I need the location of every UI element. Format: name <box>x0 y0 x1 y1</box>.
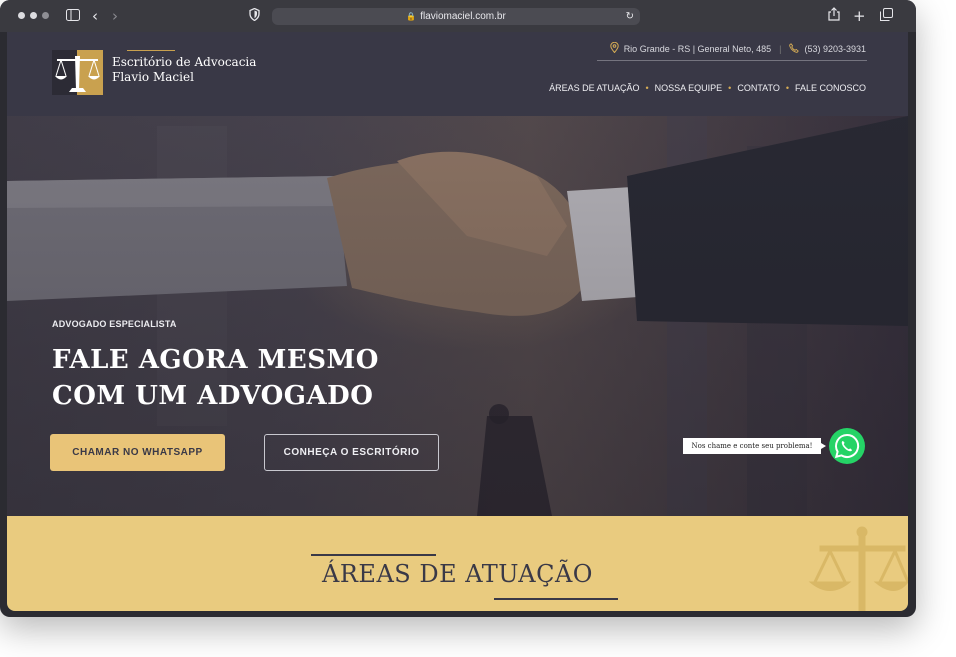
tabs-overview-icon[interactable] <box>880 6 893 26</box>
minimize-window-button[interactable] <box>30 12 37 19</box>
address-text[interactable]: Rio Grande - RS | General Neto, 485 <box>624 44 771 54</box>
areas-section: ÁREAS DE ATUAÇÃO <box>7 516 908 611</box>
whatsapp-icon <box>834 433 860 459</box>
nav-contato[interactable]: CONTATO <box>737 83 780 93</box>
contact-divider <box>597 60 867 61</box>
whatsapp-cta-button[interactable]: CHAMAR NO WHATSAPP <box>50 434 225 471</box>
nav-areas-de-atuacao[interactable]: ÁREAS DE ATUAÇÃO <box>549 83 639 93</box>
hero-headline: FALE AGORA MESMO COM UM ADVOGADO <box>52 345 379 411</box>
lock-icon: 🔒 <box>406 12 417 21</box>
title-rule-top <box>311 554 436 556</box>
back-icon[interactable]: ‹ <box>92 6 98 26</box>
nav-nossa-equipe[interactable]: NOSSA EQUIPE <box>655 83 723 93</box>
close-window-button[interactable] <box>18 12 25 19</box>
brand-line-2: Flavio Maciel <box>112 70 194 84</box>
location-pin-icon <box>609 41 619 55</box>
scales-of-justice-logo[interactable] <box>52 50 103 95</box>
reload-icon[interactable]: ↻ <box>626 8 634 25</box>
brand-line-1: Escritório de Advocacia <box>112 55 257 69</box>
phone-icon <box>789 42 800 55</box>
url-text: flaviomaciel.com.br <box>420 11 506 22</box>
shield-icon[interactable] <box>249 6 260 26</box>
about-office-button[interactable]: CONHEÇA O ESCRITÓRIO <box>264 434 439 471</box>
zoom-window-button[interactable] <box>42 12 49 19</box>
nav-separator: • <box>645 83 649 93</box>
nav-separator: • <box>728 83 732 93</box>
nav-fale-conosco[interactable]: FALE CONOSCO <box>795 83 866 93</box>
web-page: Escritório de Advocacia Flavio Maciel Ri… <box>7 32 908 611</box>
whatsapp-float-button[interactable] <box>829 428 865 464</box>
contact-separator: | <box>779 43 782 54</box>
brand-name[interactable]: Escritório de Advocacia Flavio Maciel <box>112 55 256 85</box>
address-bar[interactable]: 🔒 flaviomaciel.com.br ↻ <box>272 8 640 25</box>
areas-title: ÁREAS DE ATUAÇÃO <box>322 560 593 588</box>
hero-section: ADVOGADO ESPECIALISTA FALE AGORA MESMO C… <box>7 116 908 516</box>
brand-divider <box>127 50 175 51</box>
title-rule-bottom <box>494 598 618 600</box>
nav-separator: • <box>785 83 789 93</box>
phone-text[interactable]: (53) 9203-3931 <box>804 44 866 54</box>
share-icon[interactable] <box>828 6 840 26</box>
whatsapp-tooltip[interactable]: Nos chame e conte seu problema! <box>683 438 826 454</box>
site-header: Escritório de Advocacia Flavio Maciel Ri… <box>7 32 908 116</box>
window-controls[interactable] <box>18 12 49 19</box>
hero-eyebrow: ADVOGADO ESPECIALISTA <box>52 319 177 329</box>
sidebar-icon[interactable] <box>66 6 80 26</box>
browser-window: ‹ › 🔒 flaviomaciel.com.br ↻ + Escritório… <box>0 0 916 617</box>
contact-info: Rio Grande - RS | General Neto, 485 | (5… <box>609 41 866 55</box>
main-nav: ÁREAS DE ATUAÇÃO • NOSSA EQUIPE • CONTAT… <box>549 83 866 93</box>
browser-toolbar: ‹ › 🔒 flaviomaciel.com.br ↻ + <box>0 0 916 32</box>
scales-watermark-icon <box>808 526 908 611</box>
forward-icon[interactable]: › <box>112 6 118 26</box>
new-tab-icon[interactable]: + <box>853 6 866 26</box>
